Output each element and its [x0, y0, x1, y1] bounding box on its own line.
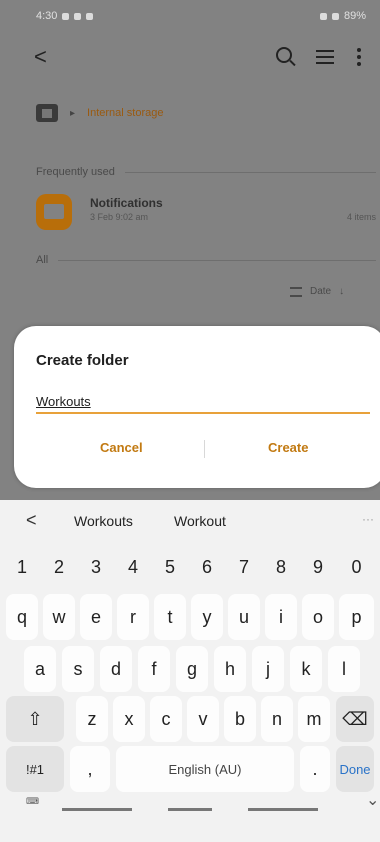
key-6[interactable]: 6 [191, 544, 223, 590]
key-5[interactable]: 5 [154, 544, 186, 590]
key-d[interactable]: d [100, 646, 132, 692]
key-8[interactable]: 8 [265, 544, 297, 590]
key-e[interactable]: e [80, 594, 112, 640]
key-v[interactable]: v [187, 696, 219, 742]
key-0[interactable]: 0 [339, 544, 374, 590]
folder-name-input[interactable] [36, 390, 370, 414]
key-r[interactable]: r [117, 594, 149, 640]
shift-key-icon[interactable]: ⇧ [6, 696, 64, 742]
nav-indicator [168, 808, 212, 811]
notification-icon [62, 12, 70, 20]
status-bar: 4:30 89% [0, 0, 380, 32]
breadcrumb: ▸ Internal storage [36, 104, 163, 122]
list-view-icon[interactable] [316, 50, 334, 64]
key-j[interactable]: j [252, 646, 284, 692]
key-3[interactable]: 3 [80, 544, 112, 590]
suggestion-bar: < Workouts Workout ··· [0, 500, 380, 540]
home-folder-icon[interactable] [36, 104, 58, 122]
back-arrow-icon[interactable]: < [34, 44, 47, 70]
suggestion-more-icon[interactable]: ··· [362, 512, 374, 526]
key-g[interactable]: g [176, 646, 208, 692]
key-1[interactable]: 1 [6, 544, 38, 590]
more-options-icon[interactable] [357, 48, 361, 66]
key-x[interactable]: x [113, 696, 145, 742]
app-toolbar: < [0, 38, 380, 78]
breadcrumb-internal-storage[interactable]: Internal storage [87, 107, 163, 119]
key-l[interactable]: l [328, 646, 360, 692]
key-p[interactable]: p [339, 594, 374, 640]
key-z[interactable]: z [76, 696, 108, 742]
key-9[interactable]: 9 [302, 544, 334, 590]
key-s[interactable]: s [62, 646, 94, 692]
key-k[interactable]: k [290, 646, 322, 692]
navigation-bar: ⌨ ⌄ [0, 786, 380, 842]
key-i[interactable]: i [265, 594, 297, 640]
keyboard-icon[interactable]: ⌨ [26, 796, 39, 807]
key-7[interactable]: 7 [228, 544, 260, 590]
create-folder-dialog: Create folder Cancel Create [14, 326, 380, 488]
breadcrumb-arrow-icon: ▸ [70, 107, 76, 119]
suggestion-workout[interactable]: Workout [174, 513, 226, 529]
sort-control[interactable]: Date ↓ [290, 286, 344, 297]
folder-item-count: 4 items [346, 212, 376, 222]
nav-indicator [248, 808, 318, 811]
key-4[interactable]: 4 [117, 544, 149, 590]
backspace-key-icon[interactable]: ⌫ [336, 696, 374, 742]
key-q[interactable]: q [6, 594, 38, 640]
signal-icon [319, 12, 327, 20]
create-button[interactable]: Create [268, 440, 308, 455]
battery-level: 89% [343, 10, 366, 22]
folder-date: 3 Feb 9:02 am [90, 212, 149, 222]
key-y[interactable]: y [191, 594, 223, 640]
dialog-title: Create folder [36, 352, 129, 369]
list-item[interactable]: Notifications 3 Feb 9:02 am 4 items [36, 194, 376, 244]
key-o[interactable]: o [302, 594, 334, 640]
chevron-down-icon[interactable]: ⌄ [366, 790, 379, 810]
on-screen-keyboard: < Workouts Workout ··· 1 2 3 4 5 6 7 8 9… [0, 500, 380, 842]
section-label: All [36, 254, 49, 266]
clock: 4:30 [36, 10, 58, 22]
folder-name: Notifications [90, 196, 163, 210]
key-t[interactable]: t [154, 594, 186, 640]
key-c[interactable]: c [150, 696, 182, 742]
section-all: All [36, 254, 376, 266]
key-h[interactable]: h [214, 646, 246, 692]
sort-label: Date [310, 286, 332, 297]
search-icon[interactable] [276, 47, 292, 63]
cancel-button[interactable]: Cancel [100, 440, 143, 455]
notification-icon [74, 12, 82, 20]
key-f[interactable]: f [138, 646, 170, 692]
key-2[interactable]: 2 [43, 544, 75, 590]
suggestion-workouts[interactable]: Workouts [74, 513, 133, 529]
folder-icon [36, 194, 72, 230]
key-w[interactable]: w [43, 594, 75, 640]
section-frequently-used: Frequently used [36, 166, 376, 178]
sort-direction-icon: ↓ [339, 286, 345, 297]
key-u[interactable]: u [228, 594, 260, 640]
sort-icon [290, 286, 302, 297]
suggestion-back-icon[interactable]: < [26, 510, 37, 531]
section-label: Frequently used [36, 166, 115, 178]
key-m[interactable]: m [298, 696, 330, 742]
button-divider [204, 440, 205, 458]
nav-indicator [62, 808, 132, 811]
key-a[interactable]: a [24, 646, 56, 692]
notification-icon [86, 12, 94, 20]
key-b[interactable]: b [224, 696, 256, 742]
key-n[interactable]: n [261, 696, 293, 742]
wifi-icon [331, 12, 339, 20]
